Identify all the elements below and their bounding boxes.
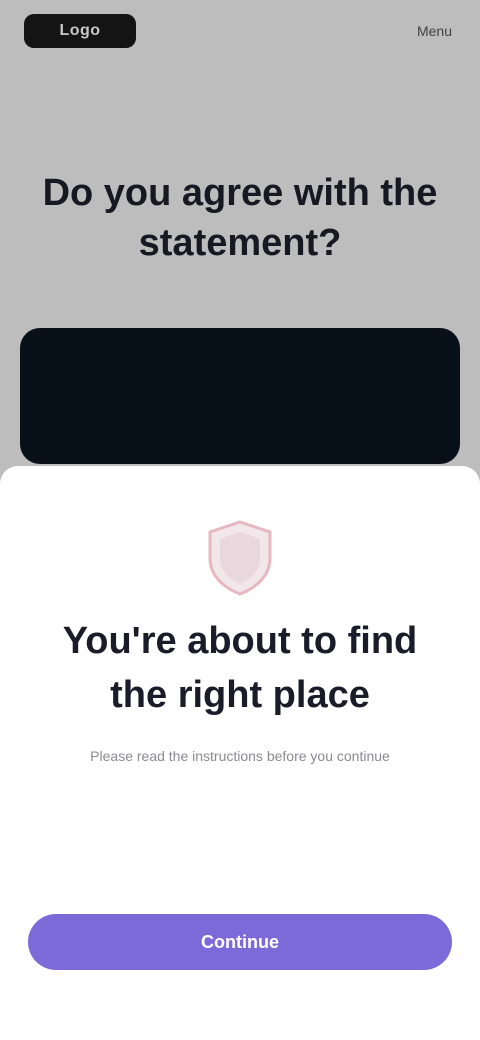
sheet-subtitle: Please read the instructions before you … [90, 748, 390, 764]
continue-button-label: Continue [201, 931, 279, 952]
continue-button[interactable]: Continue [28, 914, 452, 970]
sheet-title: You're about to find the right place [62, 620, 418, 716]
bottom-sheet: You're about to find the right place Ple… [0, 466, 480, 1040]
shield-icon [204, 518, 276, 598]
